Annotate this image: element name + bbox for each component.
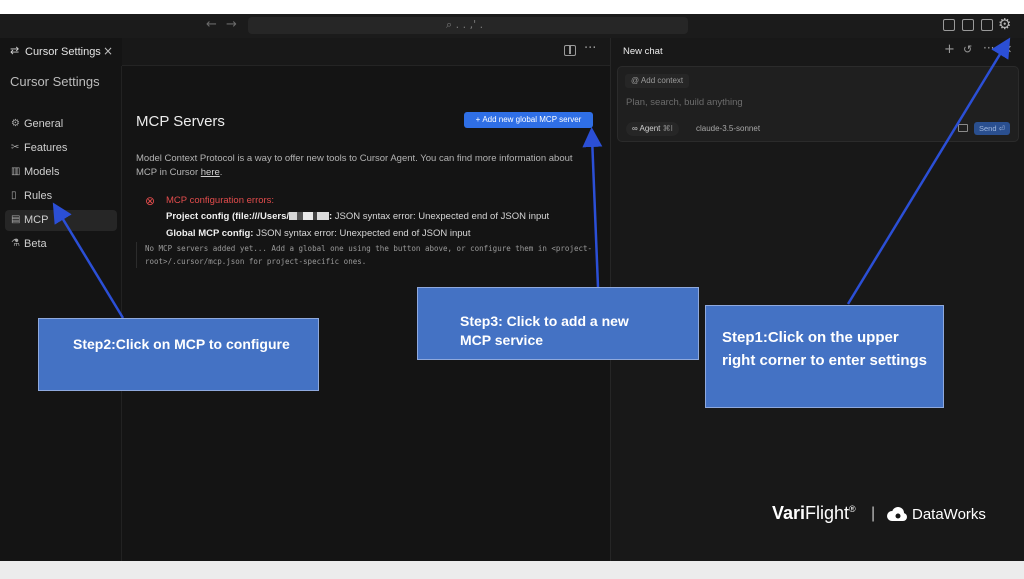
cloud-icon (887, 507, 907, 521)
cursor-window: ← → ⌕ . . ,' . ⚙ ⇄ Cursor Settings × ···… (0, 14, 1024, 561)
brand-separator: | (871, 505, 876, 522)
step1-callout: Step1:Click on the upper right corner to… (705, 305, 944, 408)
step3-arrow (582, 127, 603, 288)
variflight-light: Flight (805, 503, 850, 523)
step1-arrow (846, 37, 1011, 305)
step3-callout: Step3: Click to add a new MCP service (417, 287, 699, 360)
step2-arrow (52, 202, 125, 319)
variflight-bold: Vari (772, 503, 806, 523)
step2-callout: Step2:Click on MCP to configure (38, 318, 319, 391)
registered-mark: ® (849, 504, 856, 514)
bottom-strip (0, 561, 1024, 579)
dataworks-logo-text: DataWorks (912, 506, 986, 523)
variflight-logo: VariFlight® (772, 503, 856, 524)
